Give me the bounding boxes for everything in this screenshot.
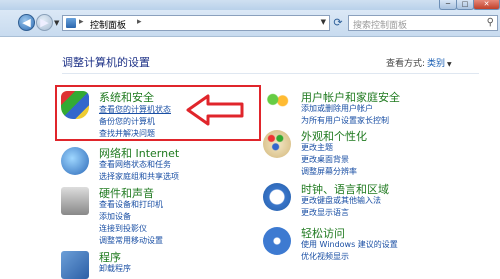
printer-icon[interactable] (61, 187, 89, 215)
refresh-icon[interactable]: ⟳ (331, 15, 345, 31)
link-optimize-display[interactable]: 优化视频显示 (301, 251, 349, 262)
link-add-remove-accounts[interactable]: 添加或删除用户帐户 (301, 103, 373, 114)
view-by-value[interactable]: 类别 (427, 59, 445, 69)
link-parental-controls[interactable]: 为所有用户设置家长控制 (301, 115, 389, 126)
close-button[interactable]: ✕ (473, 0, 500, 10)
users-icon[interactable] (263, 91, 291, 119)
clock-icon[interactable] (263, 183, 291, 211)
category-programs: 程序 卸载程序 (61, 249, 221, 279)
breadcrumb-separator-icon[interactable]: ▸ (137, 17, 142, 27)
search-input[interactable]: 搜索控制面板 (353, 18, 407, 31)
link-uninstall-program[interactable]: 卸载程序 (99, 263, 131, 274)
link-change-input-method[interactable]: 更改键盘或其他输入法 (301, 195, 381, 206)
palette-icon[interactable] (263, 130, 291, 158)
maximize-button[interactable]: □ (456, 0, 474, 10)
link-change-theme[interactable]: 更改主题 (301, 142, 333, 153)
category-user-accounts: 用户帐户和家庭安全 添加或删除用户帐户 为所有用户设置家长控制 (263, 89, 463, 129)
programs-icon[interactable] (61, 251, 89, 279)
forward-button[interactable]: ▶ (36, 14, 53, 31)
link-devices-printers[interactable]: 查看设备和打印机 (99, 199, 163, 210)
window-titlebar (0, 0, 500, 10)
view-by-select[interactable]: 类别 ▼ (427, 56, 452, 69)
minimize-button[interactable]: ─ (439, 0, 457, 10)
annotation-arrow-icon (186, 94, 244, 126)
heading-divider (62, 73, 479, 74)
page-title: 调整计算机的设置 (62, 56, 150, 69)
control-panel-icon (66, 18, 76, 28)
chevron-down-icon[interactable]: ▼ (447, 61, 452, 68)
navigation-bar: ◀ ▶ ▼ ▸ 控制面板 ▸ ▼ ⟳ 搜索控制面板 ⚲ (0, 10, 500, 37)
back-button[interactable]: ◀ (18, 14, 35, 31)
link-screen-resolution[interactable]: 调整屏幕分辨率 (301, 166, 357, 177)
globe-icon[interactable] (61, 147, 89, 175)
category-ease-of-access: 轻松访问 使用 Windows 建议的设置 优化视频显示 (263, 225, 483, 265)
main-content: 调整计算机的设置 查看方式: 类别 ▼ 系统和安全 查看您的计算机状态 备份您的计… (0, 37, 500, 279)
category-hardware-sound: 硬件和声音 查看设备和打印机 添加设备 连接到投影仪 调整常用移动设置 (61, 185, 221, 245)
breadcrumb-control-panel[interactable]: 控制面板 (90, 18, 126, 31)
link-homegroup-sharing[interactable]: 选择家庭组和共享选项 (99, 171, 179, 182)
search-icon[interactable]: ⚲ (487, 17, 494, 28)
search-box[interactable]: 搜索控制面板 ⚲ (348, 15, 498, 31)
link-change-display-language[interactable]: 更改显示语言 (301, 207, 349, 218)
address-dropdown-icon[interactable]: ▼ (321, 18, 326, 26)
category-clock-language: 时钟、语言和区域 更改键盘或其他输入法 更改显示语言 (263, 181, 463, 221)
breadcrumb-separator-icon[interactable]: ▸ (79, 17, 84, 27)
link-connect-projector[interactable]: 连接到投影仪 (99, 223, 147, 234)
link-desktop-background[interactable]: 更改桌面背景 (301, 154, 349, 165)
category-network: 网络和 Internet 查看网络状态和任务 选择家庭组和共享选项 (61, 145, 221, 181)
link-windows-suggested-settings[interactable]: 使用 Windows 建议的设置 (301, 239, 398, 250)
link-mobility-settings[interactable]: 调整常用移动设置 (99, 235, 163, 246)
recent-pages-dropdown-icon[interactable]: ▼ (54, 19, 59, 27)
view-by-label: 查看方式: (386, 59, 426, 69)
accessibility-icon[interactable] (263, 227, 291, 255)
link-network-status[interactable]: 查看网络状态和任务 (99, 159, 171, 170)
category-appearance: 外观和个性化 更改主题 更改桌面背景 调整屏幕分辨率 (263, 128, 463, 178)
link-add-device[interactable]: 添加设备 (99, 211, 131, 222)
address-bar[interactable]: ▸ 控制面板 ▸ ▼ (62, 15, 330, 31)
